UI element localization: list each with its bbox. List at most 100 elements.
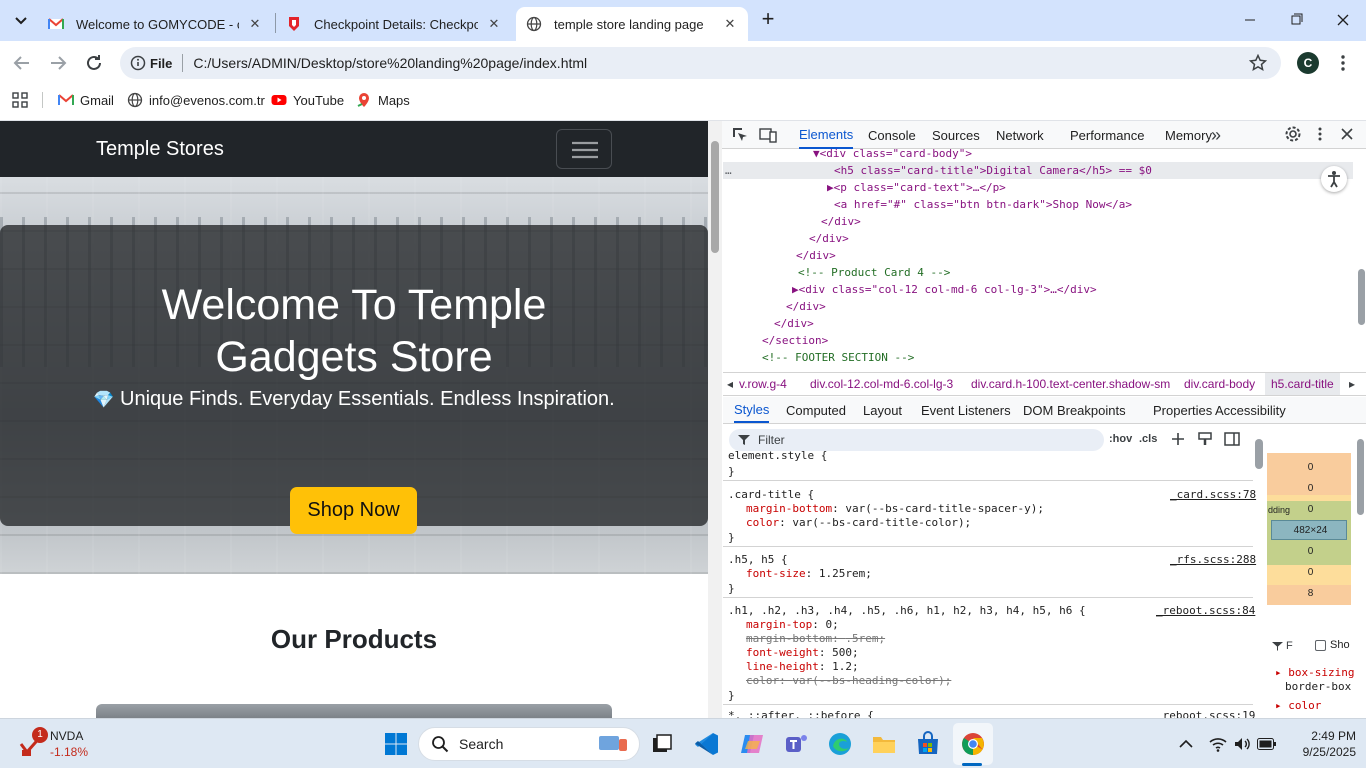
- dom-line[interactable]: <!-- FOOTER SECTION -->: [762, 349, 914, 366]
- computed-property[interactable]: ▸ box-sizing: [1275, 666, 1354, 679]
- rule-source-link[interactable]: _reboot.scss:19: [1156, 709, 1255, 718]
- navbar-toggler-button[interactable]: [556, 129, 612, 169]
- devtools-tab-memory[interactable]: Memory: [1165, 121, 1212, 149]
- url-text[interactable]: C:/Users/ADMIN/Desktop/store%20landing%2…: [193, 55, 587, 71]
- devtools-tab-elements[interactable]: Elements: [799, 121, 854, 149]
- browser-tab[interactable]: Checkpoint Details: Checkpoint ✕: [276, 7, 512, 41]
- breadcrumb-item-active[interactable]: h5.card-title: [1265, 373, 1340, 395]
- css-declaration[interactable]: line-height: 1.2;: [746, 660, 859, 674]
- address-bar[interactable]: File C:/Users/ADMIN/Desktop/store%20land…: [120, 47, 1281, 79]
- bookmark-youtube[interactable]: YouTube: [271, 84, 344, 116]
- show-all-checkbox[interactable]: Sho: [1315, 639, 1350, 651]
- profile-avatar[interactable]: C: [1297, 52, 1319, 74]
- file-explorer-taskbar-button[interactable]: [868, 728, 900, 760]
- tab-computed[interactable]: Computed: [786, 397, 846, 423]
- tab-search-button[interactable]: [8, 8, 34, 34]
- page-scrollbar[interactable]: [708, 121, 722, 718]
- cls-toggle[interactable]: .cls: [1139, 433, 1157, 445]
- shop-now-button[interactable]: Shop Now: [290, 487, 417, 534]
- tab-event-listeners[interactable]: Event Listeners: [921, 397, 1011, 423]
- styles-filter-input[interactable]: Filter: [729, 429, 1104, 451]
- tab-dom-breakpoints[interactable]: DOM Breakpoints: [1023, 397, 1126, 423]
- devtools-tab-console[interactable]: Console: [868, 121, 916, 149]
- rule-selector[interactable]: element.style {: [728, 449, 827, 463]
- tab-accessibility[interactable]: Accessibility: [1215, 397, 1286, 423]
- device-toolbar-button[interactable]: [759, 126, 777, 144]
- minimize-button[interactable]: [1232, 8, 1268, 32]
- dom-scrollbar-thumb[interactable]: [1358, 269, 1365, 325]
- show-hidden-icons-button[interactable]: [1178, 736, 1194, 752]
- dom-line[interactable]: <a href="#" class="btn btn-dark">Shop No…: [834, 196, 1132, 213]
- star-icon[interactable]: [1249, 54, 1267, 72]
- close-window-button[interactable]: [1325, 8, 1361, 32]
- store-taskbar-button[interactable]: [912, 728, 944, 760]
- inspect-element-button[interactable]: [731, 126, 749, 144]
- taskbar-search[interactable]: Search: [418, 727, 640, 761]
- rule-selector[interactable]: *, ::after, ::before {: [728, 709, 874, 718]
- start-button[interactable]: [380, 728, 412, 760]
- page-scrollbar-thumb[interactable]: [711, 141, 719, 253]
- copilot-taskbar-button[interactable]: [736, 728, 768, 760]
- styles-scrollbar[interactable]: [1254, 425, 1264, 718]
- css-declaration-overridden[interactable]: margin-bottom: .5rem;: [746, 632, 885, 646]
- css-declaration[interactable]: font-weight: 500;: [746, 646, 859, 660]
- dom-line[interactable]: </div>: [821, 213, 861, 230]
- close-tab-icon[interactable]: ✕: [247, 16, 263, 32]
- sidebar-toggle-button[interactable]: [1224, 431, 1240, 447]
- breadcrumb-scroll-left[interactable]: ◂: [727, 373, 733, 395]
- browser-tab-active[interactable]: temple store landing page ✕: [516, 7, 748, 41]
- accessibility-tree-button[interactable]: [1321, 166, 1347, 192]
- devtools-settings-button[interactable]: [1284, 125, 1302, 143]
- dom-scrollbar[interactable]: [1356, 149, 1366, 371]
- dom-line[interactable]: </div>: [786, 298, 826, 315]
- close-tab-icon[interactable]: ✕: [486, 16, 502, 32]
- apps-button[interactable]: [12, 92, 28, 108]
- breadcrumb-item[interactable]: div.card-body: [1184, 373, 1255, 395]
- tab-layout[interactable]: Layout: [863, 397, 902, 423]
- forward-button[interactable]: [46, 51, 70, 75]
- computed-property[interactable]: ▸ color: [1275, 699, 1321, 712]
- computed-scrollbar-thumb[interactable]: [1357, 439, 1364, 515]
- dom-line[interactable]: </div>: [809, 230, 849, 247]
- css-declaration[interactable]: margin-bottom: var(--bs-card-title-space…: [746, 502, 1044, 516]
- css-declaration-overridden[interactable]: color: var(--bs-heading-color);: [746, 674, 951, 688]
- dom-line[interactable]: ▶<div class="col-12 col-md-6 col-lg-3">……: [792, 281, 1097, 298]
- site-brand[interactable]: Temple Stores: [96, 138, 224, 161]
- box-model-value[interactable]: 0: [1269, 562, 1352, 583]
- css-declaration[interactable]: margin-top: 0;: [746, 618, 839, 632]
- paint-toggle-button[interactable]: [1197, 431, 1213, 447]
- box-model-value[interactable]: 8: [1269, 583, 1352, 604]
- breadcrumb-scroll-right[interactable]: ▸: [1349, 373, 1355, 395]
- taskbar-clock[interactable]: 2:49 PM 9/25/2025: [1286, 728, 1356, 760]
- breadcrumb-item[interactable]: v.row.g-4: [739, 373, 787, 395]
- rule-source-link[interactable]: _reboot.scss:84: [1156, 604, 1255, 617]
- dom-line[interactable]: </div>: [796, 247, 836, 264]
- vscode-taskbar-button[interactable]: [691, 728, 723, 760]
- rule-source-link[interactable]: _rfs.scss:288: [1170, 553, 1256, 566]
- new-style-rule-button[interactable]: [1170, 431, 1186, 447]
- css-declaration[interactable]: font-size: 1.25rem;: [746, 567, 872, 581]
- wifi-icon[interactable]: [1209, 736, 1227, 752]
- back-button[interactable]: [10, 51, 34, 75]
- devtools-tab-network[interactable]: Network: [996, 121, 1044, 149]
- dom-line[interactable]: </section>: [762, 332, 828, 349]
- chrome-taskbar-button[interactable]: [957, 728, 989, 760]
- dom-line[interactable]: ▼<div class="card-body">: [813, 149, 972, 162]
- dom-line[interactable]: </div>: [774, 315, 814, 332]
- devtools-menu-button[interactable]: [1314, 125, 1326, 143]
- battery-icon[interactable]: [1257, 738, 1277, 750]
- breadcrumb-item[interactable]: div.col-12.col-md-6.col-lg-3: [810, 373, 953, 395]
- dom-line-selected[interactable]: <h5 class="card-title">Digital Camera</h…: [834, 162, 1152, 179]
- rule-source-link[interactable]: _card.scss:78: [1170, 488, 1256, 501]
- info-icon[interactable]: [130, 55, 146, 71]
- computed-scrollbar[interactable]: [1355, 425, 1366, 718]
- dom-ellipsis[interactable]: …: [725, 162, 732, 179]
- styles-scrollbar-thumb[interactable]: [1255, 439, 1263, 469]
- css-declaration[interactable]: color: var(--bs-card-title-color);: [746, 516, 971, 530]
- restore-button[interactable]: [1278, 8, 1314, 32]
- dom-line[interactable]: <!-- Product Card 4 -->: [798, 264, 950, 281]
- rule-selector[interactable]: .h1, .h2, .h3, .h4, .h5, .h6, h1, h2, h3…: [728, 604, 1086, 618]
- edge-taskbar-button[interactable]: [824, 728, 856, 760]
- more-tabs-button[interactable]: »: [1211, 121, 1221, 149]
- rule-selector[interactable]: .h5, h5 {: [728, 553, 788, 567]
